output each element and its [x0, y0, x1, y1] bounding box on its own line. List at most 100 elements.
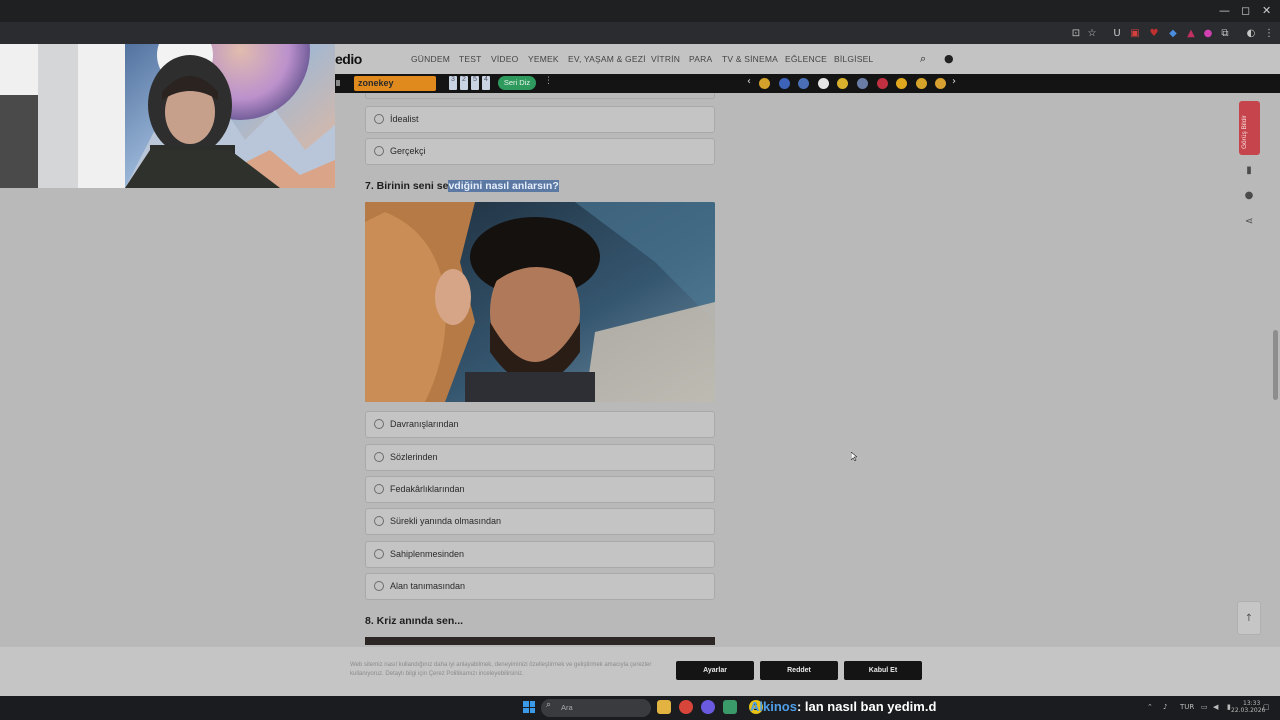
nav-vitrin[interactable]: VİTRİN: [651, 54, 680, 64]
chat-message-overlay: Alkinos: lan nasıl ban yedim.d: [750, 699, 936, 714]
carousel-prev-button[interactable]: ‹: [747, 76, 751, 87]
cookie-settings-button[interactable]: Ayarlar: [676, 661, 754, 680]
clock-date: 22.03.2026: [1231, 707, 1266, 714]
nav-para[interactable]: PARA: [689, 54, 712, 64]
extension-icon[interactable]: ▲: [1184, 26, 1198, 40]
option-card-edge: [365, 93, 715, 99]
number-tile: 5: [471, 76, 479, 90]
nav-tv-sinema[interactable]: TV & SİNEMA: [722, 54, 778, 64]
chat-username: Alkinos: [750, 699, 797, 714]
cookie-accept-button[interactable]: Kabul Et: [844, 661, 922, 680]
question-8-title: 8. Kriz anında sen...: [365, 615, 464, 627]
search-icon: ⌕: [546, 700, 552, 710]
profile-icon[interactable]: ◐: [1244, 26, 1258, 40]
option-label: Alan tanımasından: [390, 581, 466, 591]
strip-handle: [336, 80, 340, 86]
option-surekli-yaninda[interactable]: Sürekli yanında olmasından: [365, 508, 715, 535]
option-fedakarliklarindan[interactable]: Fedakârlıklarından: [365, 476, 715, 503]
zonekey-badge[interactable]: zonekey: [354, 76, 436, 91]
option-davranislarindan[interactable]: Davranışlarından: [365, 411, 715, 438]
app-icon[interactable]: [723, 700, 737, 714]
radio-icon: [374, 581, 384, 591]
radio-icon: [374, 146, 384, 156]
option-idealist[interactable]: İdealist: [365, 106, 715, 133]
feedback-label: Görüş Bildir: [1241, 115, 1248, 149]
question-7-image: [365, 202, 715, 402]
install-icon[interactable]: ⊡: [1069, 26, 1083, 40]
mouse-cursor-icon: [851, 452, 857, 461]
carousel-dot-icon[interactable]: [876, 78, 888, 89]
nav-ev-yasam-gezi[interactable]: EV, YAŞAM & GEZİ: [568, 54, 646, 64]
carousel-next-button[interactable]: ›: [952, 76, 956, 87]
extension-icon[interactable]: ▣: [1128, 26, 1142, 40]
file-explorer-icon[interactable]: [657, 700, 671, 714]
extension-icon[interactable]: ●: [1201, 26, 1215, 40]
maximize-button[interactable]: ◻: [1241, 4, 1250, 17]
user-icon[interactable]: ●: [944, 52, 954, 65]
selected-text: vdiğini nasıl anlarsın?: [448, 180, 559, 192]
tray-expand-icon[interactable]: ⌃: [1147, 703, 1153, 711]
volume-icon[interactable]: ◀: [1213, 703, 1218, 711]
microphone-icon[interactable]: ♪: [1163, 703, 1167, 711]
radio-icon: [374, 419, 384, 429]
scroll-top-button[interactable]: ↑: [1237, 601, 1261, 635]
option-label: Gerçekçi: [390, 146, 426, 156]
clock-time: 13:33: [1243, 700, 1261, 707]
more-dots-icon[interactable]: ⋮: [544, 76, 553, 86]
carousel-dot-icon[interactable]: [915, 78, 927, 89]
option-label: Davranışlarından: [390, 419, 459, 429]
carousel-dot-icon[interactable]: [778, 78, 790, 89]
notification-icon[interactable]: ▢: [1263, 703, 1270, 711]
nav-gundem[interactable]: GÜNDEM: [411, 54, 450, 64]
option-label: Sözlerinden: [390, 452, 438, 462]
bookmark-icon[interactable]: ▮: [1243, 165, 1255, 177]
extensions-puzzle-icon[interactable]: ⧉: [1218, 26, 1232, 40]
windows-start-icon[interactable]: [523, 701, 535, 713]
carousel-dot-icon[interactable]: [857, 78, 868, 89]
number-tile: 3: [449, 76, 457, 90]
number-tile: 2: [460, 76, 468, 90]
feedback-tab[interactable]: Görüş Bildir: [1239, 101, 1260, 155]
nav-yemek[interactable]: YEMEK: [528, 54, 559, 64]
chrome-icon[interactable]: [679, 700, 693, 714]
search-icon[interactable]: ⌕: [920, 52, 926, 66]
option-gercekci[interactable]: Gerçekçi: [365, 138, 715, 165]
option-alan-tanimasindan[interactable]: Alan tanımasından: [365, 573, 715, 600]
close-button[interactable]: ✕: [1262, 4, 1271, 17]
radio-icon: [374, 516, 384, 526]
option-sozlerinden[interactable]: Sözlerinden: [365, 444, 715, 471]
seri-diz-button[interactable]: Seri Diz: [498, 76, 536, 90]
nav-bilgisel[interactable]: BİLGİSEL: [834, 54, 873, 64]
clock[interactable]: 13:33 22.03.2026: [1231, 700, 1265, 714]
language-indicator[interactable]: TUR: [1180, 703, 1194, 711]
extension-u-icon[interactable]: U: [1110, 26, 1124, 40]
extension-icon[interactable]: ♥: [1147, 26, 1161, 40]
nav-eglence[interactable]: EĞLENCE: [785, 54, 827, 64]
site-logo[interactable]: edio: [335, 51, 362, 67]
comment-icon[interactable]: ●: [1243, 190, 1255, 202]
cookie-reject-button[interactable]: Reddet: [760, 661, 838, 680]
scrollbar-thumb[interactable]: [1273, 330, 1278, 400]
carousel-dot-icon[interactable]: [817, 78, 829, 89]
extension-icon[interactable]: ◆: [1166, 26, 1180, 40]
minimize-button[interactable]: —: [1219, 4, 1230, 17]
nav-video[interactable]: VİDEO: [491, 54, 518, 64]
carousel-dot-icon[interactable]: [759, 78, 770, 89]
radio-icon: [374, 549, 384, 559]
radio-icon: [374, 484, 384, 494]
option-label: Sürekli yanında olmasından: [390, 516, 502, 526]
zonekey-label: zonekey: [358, 78, 394, 88]
network-icon[interactable]: ▭: [1201, 703, 1208, 711]
discord-icon[interactable]: [701, 700, 715, 714]
option-label: Sahiplenmesinden: [390, 549, 465, 559]
radio-icon: [374, 114, 384, 124]
radio-icon: [374, 452, 384, 462]
question-title-text: 7. Birinin seni se: [365, 180, 449, 192]
bookmark-star-icon[interactable]: ☆: [1085, 26, 1099, 40]
number-tile: 4: [482, 76, 490, 90]
option-sahiplenmesinden[interactable]: Sahiplenmesinden: [365, 541, 715, 568]
menu-icon[interactable]: ⋮: [1262, 26, 1276, 40]
share-icon[interactable]: ⋖: [1243, 216, 1255, 228]
taskbar-search[interactable]: Ara: [541, 699, 651, 717]
nav-test[interactable]: TEST: [459, 54, 482, 64]
